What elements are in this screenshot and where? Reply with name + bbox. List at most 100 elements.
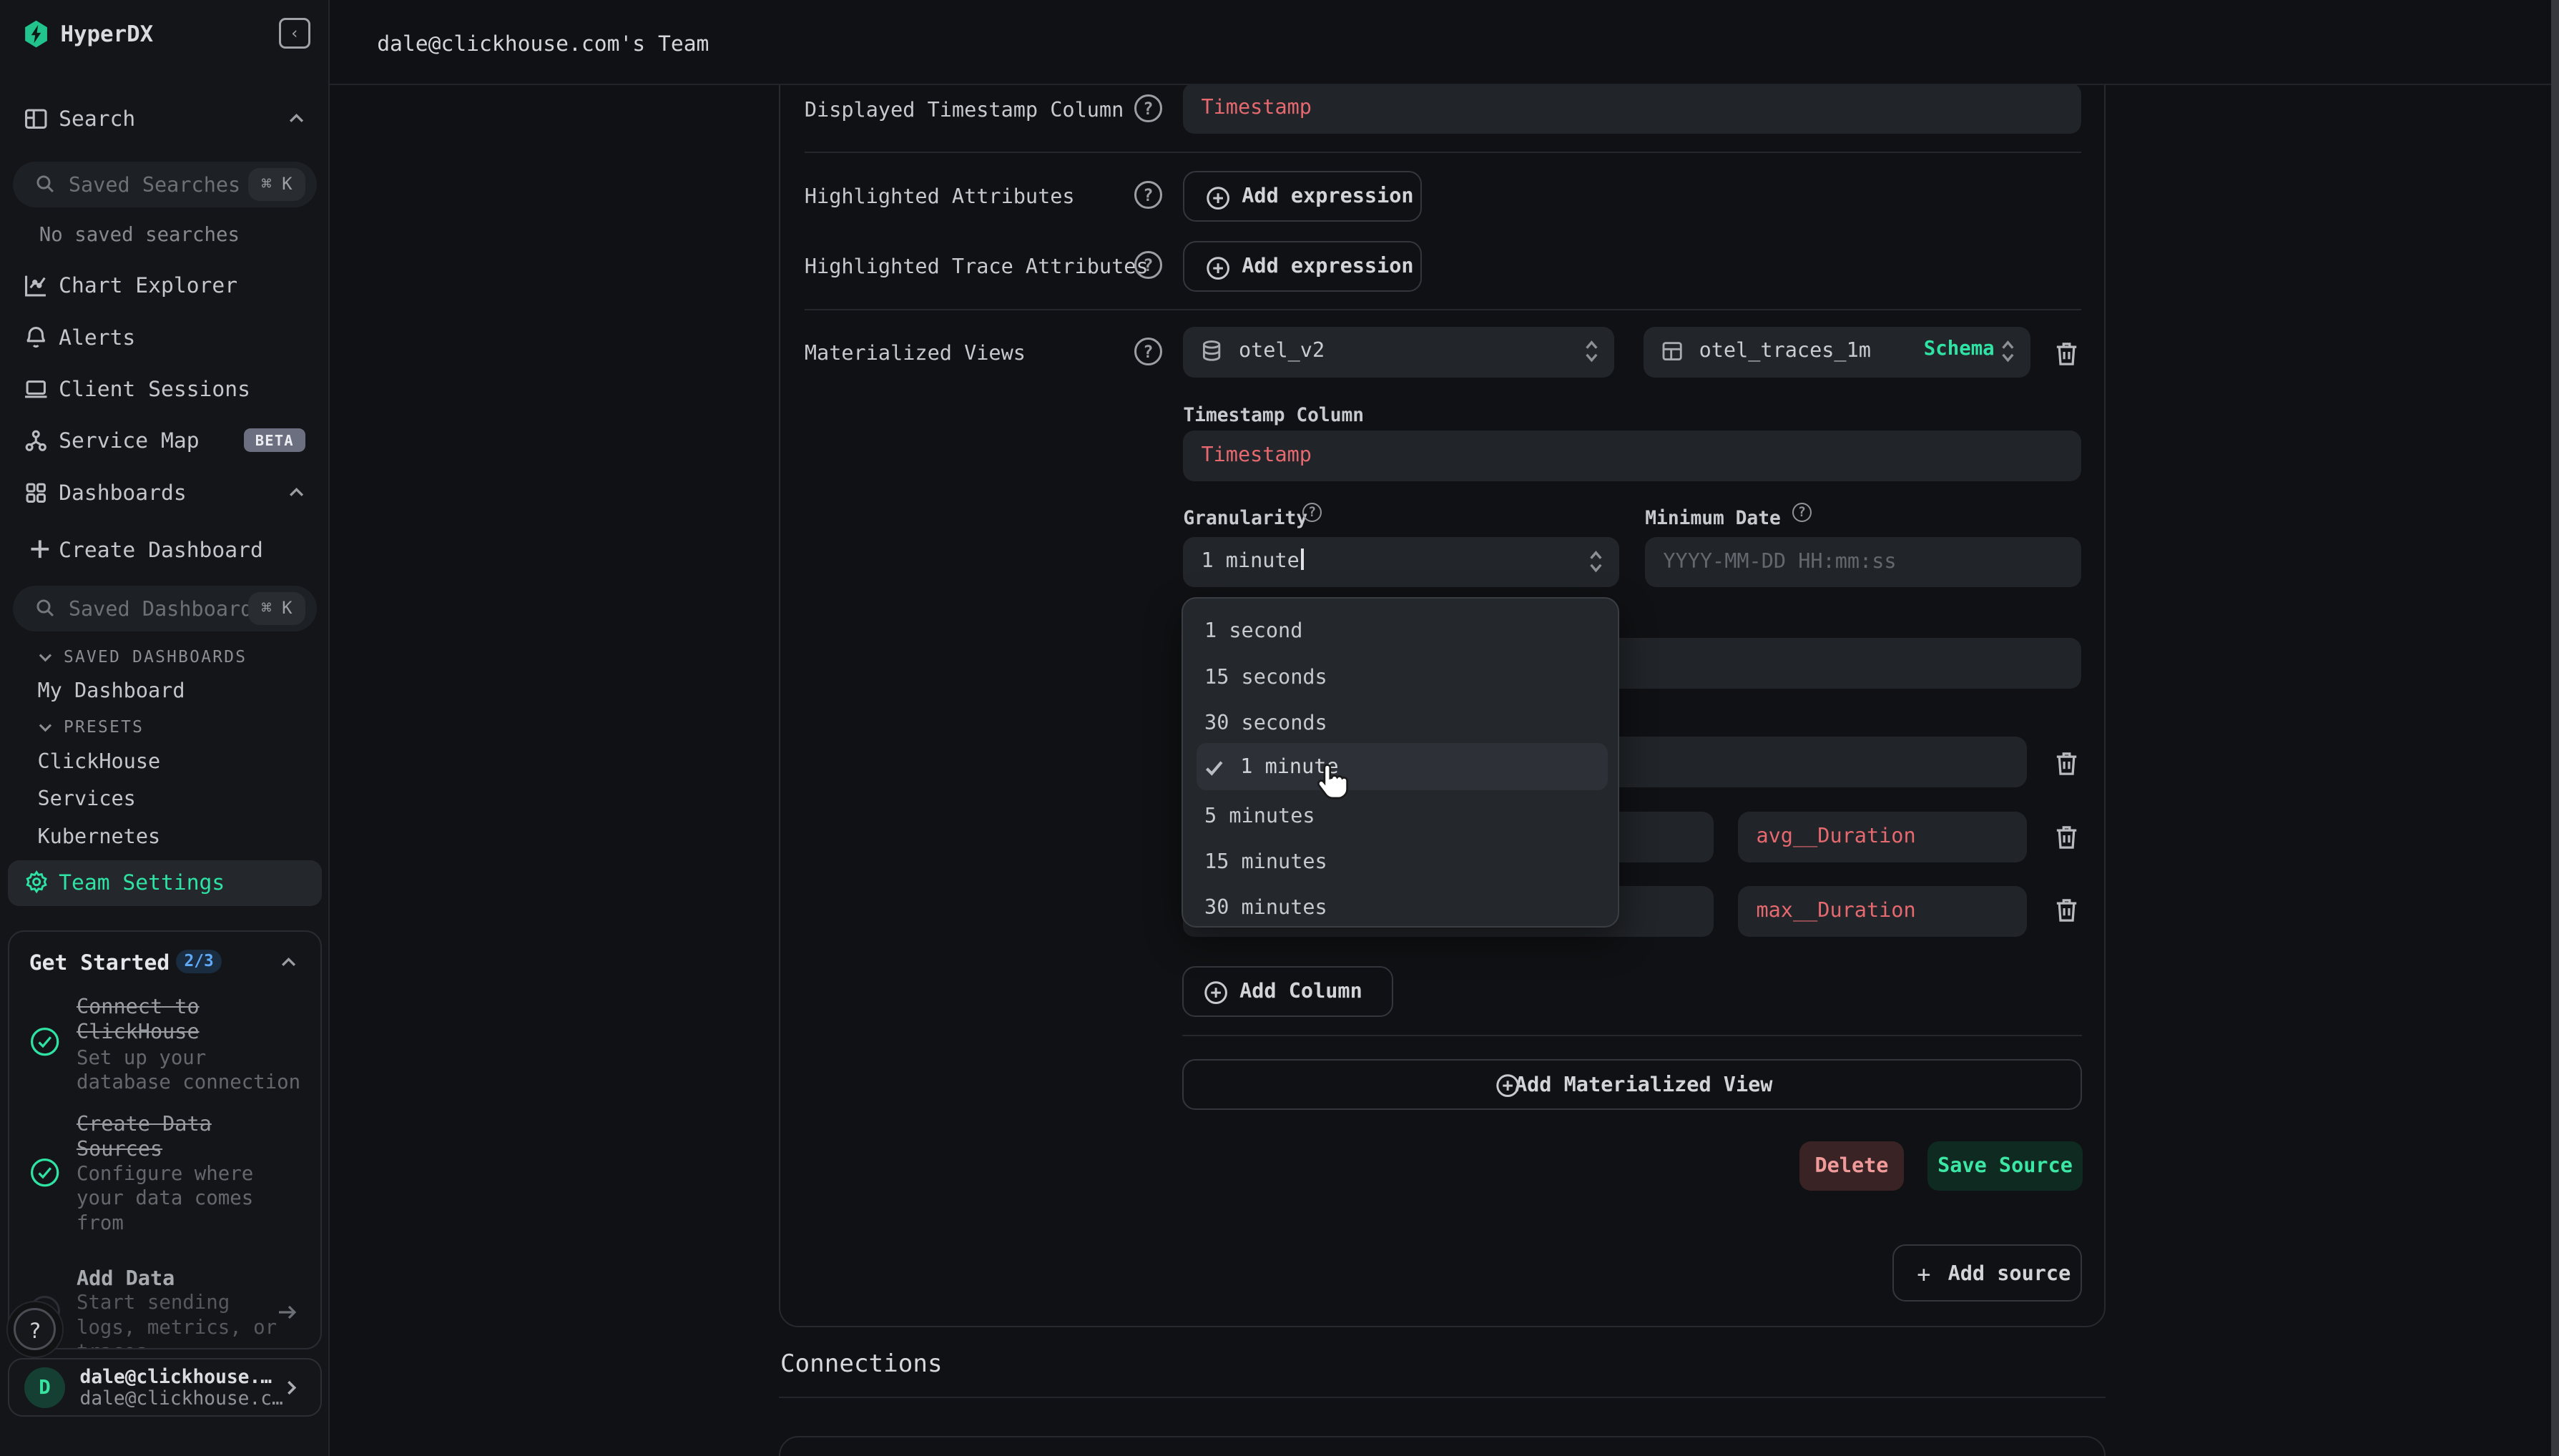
- sidebar-item-client-sessions[interactable]: Client Sessions: [0, 365, 330, 415]
- chevron-up-icon[interactable]: [288, 483, 305, 501]
- help-icon[interactable]: ?: [1134, 94, 1162, 122]
- sidebar-item-kubernetes[interactable]: Kubernetes: [37, 825, 160, 848]
- delete-source-button[interactable]: Delete: [1799, 1141, 1904, 1190]
- sidebar-item-service-map[interactable]: Service Map BETA: [0, 416, 330, 467]
- mouse-cursor: [1314, 761, 1350, 803]
- sidebar-item-team-settings[interactable]: Team Settings: [8, 860, 321, 906]
- no-saved-searches-text: No saved searches: [39, 224, 240, 246]
- delete-materialized-view-icon[interactable]: [2052, 338, 2081, 368]
- help-icon[interactable]: ?: [1792, 503, 1812, 522]
- step-title[interactable]: Add Data: [77, 1266, 175, 1290]
- displayed-timestamp-label: Displayed Timestamp Column: [805, 98, 1124, 122]
- sidebar-item-alerts[interactable]: Alerts: [0, 313, 330, 364]
- delete-row-icon[interactable]: [2052, 821, 2081, 852]
- avatar: D: [24, 1367, 65, 1408]
- step-title[interactable]: Create DataSources: [77, 1111, 212, 1162]
- materialized-table-select[interactable]: otel_traces_1m Schema: [1644, 327, 2030, 378]
- help-icon[interactable]: ?: [1134, 181, 1162, 209]
- saved-dashboards-placeholder: Saved Dashboards: [69, 597, 265, 621]
- delete-row-icon[interactable]: [2052, 894, 2081, 925]
- step-title[interactable]: Connect toClickHouse: [77, 994, 200, 1045]
- add-expression-button[interactable]: Add expression: [1183, 241, 1421, 292]
- divider: [1182, 1035, 2082, 1036]
- sidebar: HyperDX ‹ Search Saved Searches ⌘ K No s…: [0, 0, 330, 1456]
- chevron-down-icon: [37, 719, 54, 736]
- check-circle-icon: [29, 1026, 60, 1057]
- section-label: PRESETS: [64, 718, 144, 737]
- minimum-date-input[interactable]: YYYY-MM-DD HH:mm:ss: [1645, 537, 2081, 588]
- chevron-up-icon[interactable]: [280, 953, 298, 971]
- logo-row: HyperDX ‹: [0, 16, 330, 72]
- dropdown-option[interactable]: 5 minutes: [1204, 804, 1315, 827]
- beta-badge: BETA: [244, 428, 305, 452]
- selector-chevrons-icon: [2000, 338, 2018, 366]
- help-button[interactable]: ?: [6, 1301, 64, 1358]
- button-label: Add Materialized View: [1515, 1073, 1773, 1096]
- check-icon: [1204, 758, 1224, 777]
- sidebar-item-chart-explorer[interactable]: Chart Explorer: [0, 261, 330, 312]
- divider: [779, 1397, 2106, 1398]
- select-value: otel_traces_1m: [1699, 338, 1871, 362]
- save-source-button[interactable]: Save Source: [1927, 1141, 2083, 1190]
- team-settings-label: Team Settings: [59, 870, 225, 895]
- sidebar-item-label: Dashboards: [59, 480, 187, 505]
- dropdown-option[interactable]: 15 minutes: [1204, 850, 1327, 873]
- button-label: Add expression: [1242, 254, 1413, 277]
- search-icon: [34, 173, 56, 195]
- progress-badge: 2/3: [176, 950, 222, 973]
- displayed-timestamp-input[interactable]: Timestamp: [1183, 83, 2081, 134]
- add-materialized-view-button[interactable]: Add Materialized View: [1182, 1059, 2082, 1110]
- schema-button[interactable]: Schema: [1924, 338, 1995, 360]
- selector-chevrons-icon: [1583, 338, 1601, 366]
- dropdown-option[interactable]: 30 minutes: [1204, 895, 1327, 919]
- create-dashboard-button[interactable]: Create Dashboard: [0, 526, 330, 576]
- highlighted-attributes-label: Highlighted Attributes: [805, 185, 1075, 208]
- delete-row-icon[interactable]: [2052, 747, 2081, 778]
- timestamp-column-input[interactable]: Timestamp: [1183, 431, 2081, 481]
- granularity-select[interactable]: 1 minute: [1183, 537, 1619, 588]
- timestamp-column-label: Timestamp Column: [1183, 405, 1364, 426]
- sidebar-item-dashboards[interactable]: Dashboards: [0, 468, 330, 519]
- user-email: dale@clickhouse.c…: [80, 1388, 283, 1410]
- materialized-view-select[interactable]: otel_v2: [1183, 327, 1614, 378]
- add-source-button[interactable]: + Add source: [1892, 1244, 2082, 1302]
- page-scrollbar[interactable]: [2551, 0, 2559, 1456]
- saved-searches-placeholder: Saved Searches: [69, 173, 240, 197]
- chevron-right-icon: [283, 1379, 300, 1397]
- team-title: dale@clickhouse.com's Team: [377, 31, 709, 56]
- step-desc: Start sendinglogs, metrics, ortraces: [77, 1291, 277, 1349]
- sidebar-item-search[interactable]: Search: [0, 94, 330, 145]
- mv-column-expression-input[interactable]: max__Duration: [1738, 886, 2027, 937]
- granularity-label: Granularity: [1183, 508, 1307, 529]
- sidebar-item-label: Search: [59, 106, 135, 131]
- dropdown-option-selected[interactable]: 1 minute: [1197, 743, 1608, 790]
- help-icon[interactable]: ?: [1134, 338, 1162, 365]
- highlighted-trace-attributes-label: Highlighted Trace Attributes: [805, 255, 1149, 278]
- sidebar-item-services[interactable]: Services: [37, 787, 135, 810]
- add-column-button[interactable]: Add Column: [1182, 966, 1393, 1017]
- help-icon[interactable]: ?: [1302, 503, 1322, 522]
- sidebar-item-my-dashboard[interactable]: My Dashboard: [37, 679, 185, 702]
- help-icon[interactable]: ?: [1134, 251, 1162, 279]
- button-label: Add expression: [1242, 184, 1413, 207]
- laptop-icon: [23, 376, 49, 403]
- sidebar-collapse-icon[interactable]: ‹: [279, 18, 310, 49]
- saved-searches-input[interactable]: Saved Searches ⌘ K: [13, 162, 317, 207]
- dropdown-option[interactable]: 30 seconds: [1204, 711, 1327, 734]
- dropdown-option[interactable]: 1 second: [1204, 619, 1302, 642]
- mv-column-expression-input[interactable]: avg__Duration: [1738, 812, 2027, 862]
- add-expression-button[interactable]: Add expression: [1183, 171, 1421, 222]
- arrow-right-icon: [276, 1301, 299, 1324]
- chevron-up-icon[interactable]: [288, 109, 305, 127]
- step-desc: Set up yourdatabase connection: [77, 1046, 300, 1096]
- granularity-dropdown: 1 second 15 seconds 30 seconds 1 minute …: [1182, 597, 1619, 928]
- dropdown-option[interactable]: 15 seconds: [1204, 665, 1327, 689]
- top-header: dale@clickhouse.com's Team: [330, 0, 2559, 85]
- service-map-icon: [23, 428, 49, 454]
- user-menu[interactable]: D dale@clickhouse.… dale@clickhouse.c…: [8, 1358, 321, 1417]
- minimum-date-label: Minimum Date: [1645, 508, 1781, 529]
- select-value: otel_v2: [1239, 338, 1325, 362]
- saved-dashboards-input[interactable]: Saved Dashboards ⌘ K: [13, 586, 317, 631]
- sidebar-item-clickhouse[interactable]: ClickHouse: [37, 749, 160, 773]
- app-window: HyperDX ‹ Search Saved Searches ⌘ K No s…: [0, 0, 2559, 1456]
